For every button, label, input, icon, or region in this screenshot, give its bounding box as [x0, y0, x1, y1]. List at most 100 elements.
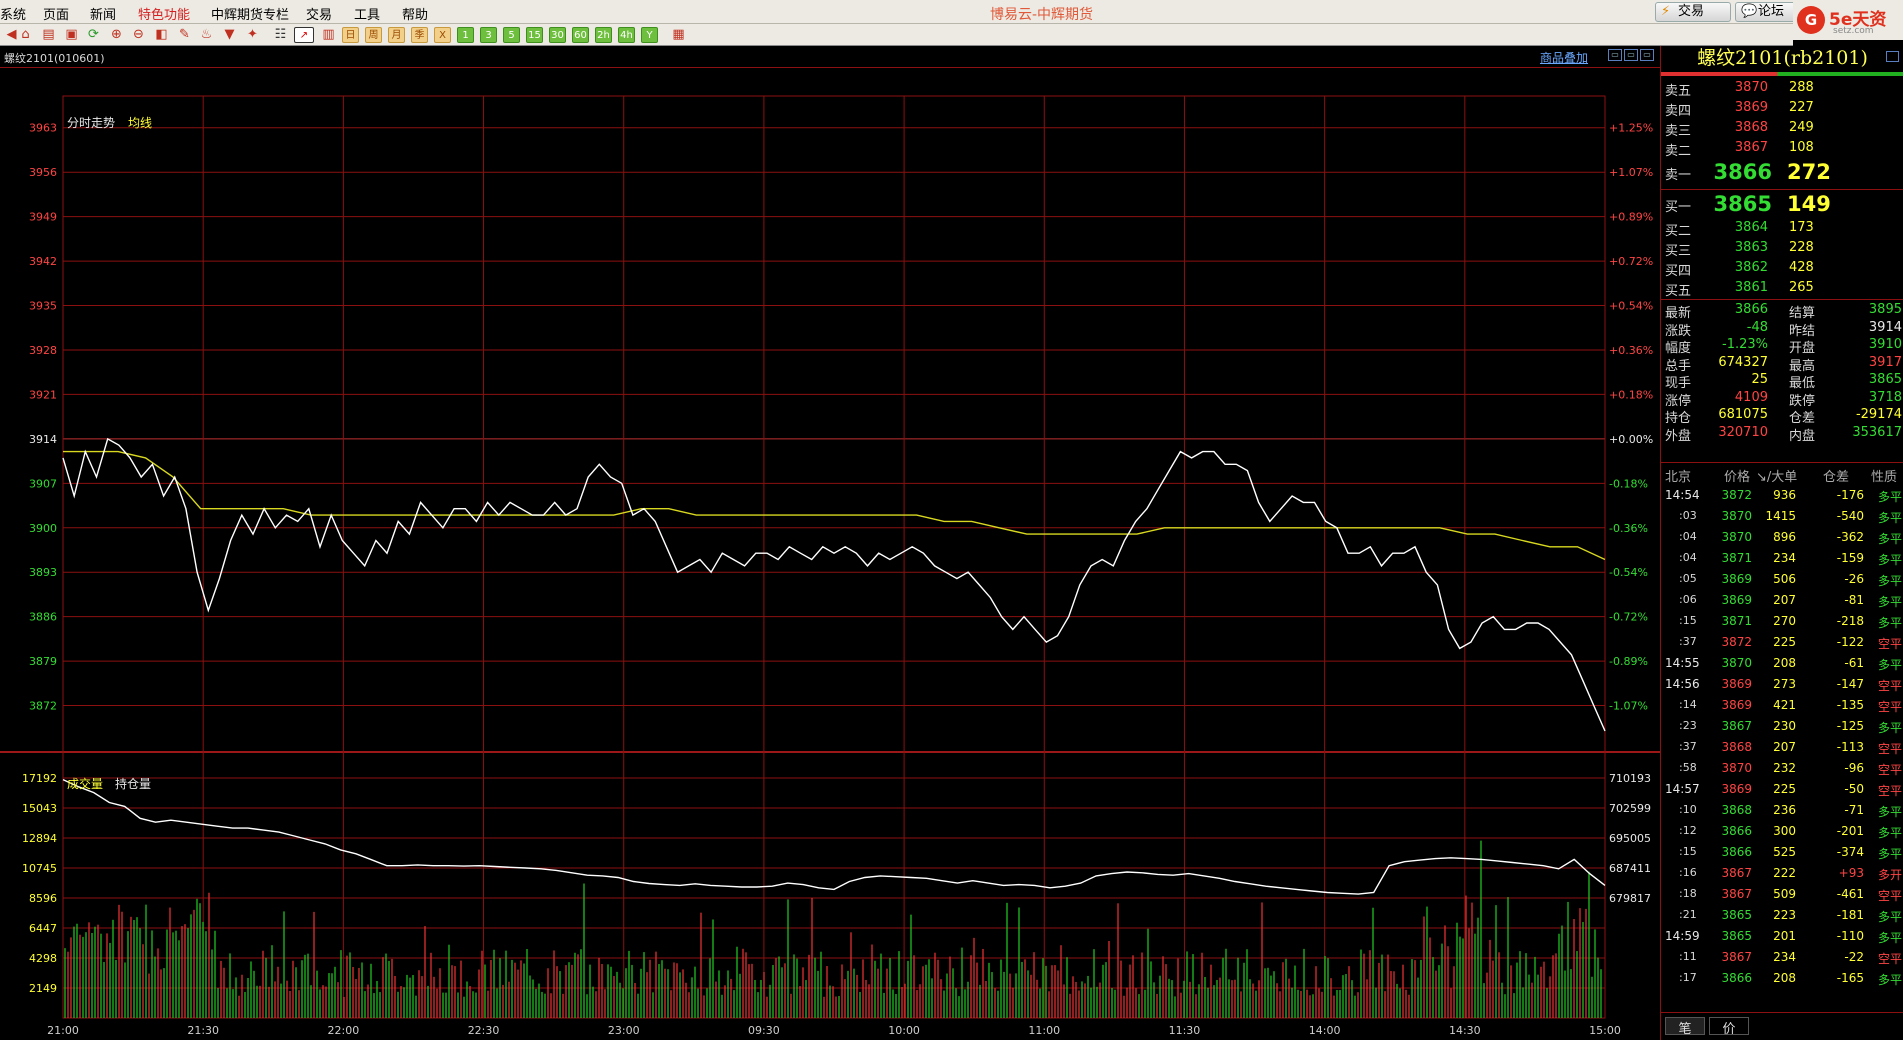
intraday-chart[interactable]: 3963 3956 3949 3942 3935 3928 3921 3914 3907 3900…	[0, 68, 1660, 1040]
tick-row: :05 3869 506 -26 多平	[1661, 572, 1903, 594]
percent-tick-label: +1.07%	[1609, 166, 1653, 179]
tick-price: 3868	[1721, 740, 1752, 754]
tick-price: 3869	[1721, 698, 1752, 712]
tick-volume: 223	[1773, 908, 1796, 922]
tick-oi-change: -26	[1844, 572, 1864, 586]
period-5[interactable]: 5	[503, 27, 520, 43]
period-day[interactable]: 日	[342, 27, 359, 43]
tick-volume: 225	[1773, 635, 1796, 649]
tick-nature: 空平	[1877, 952, 1902, 966]
quote-value: -48	[1746, 319, 1768, 335]
price-axis: 3963 3956 3949 3942 3935 3928 3921 3914 3907 3900…	[22, 122, 57, 995]
menu-zhonghui-column[interactable]: 中辉期货专栏	[211, 4, 289, 23]
tick-nature: 多平	[1877, 511, 1902, 525]
quote-value: -1.23%	[1722, 337, 1768, 352]
tick-volume: 222	[1773, 866, 1796, 880]
period-30[interactable]: 30	[549, 27, 566, 43]
tick-nature: 空平	[1877, 637, 1902, 651]
ask3-label: 卖三	[1665, 124, 1692, 139]
folder-icon[interactable]: ▤	[40, 27, 57, 43]
period-15[interactable]: 15	[526, 27, 543, 43]
tick-volume: 236	[1773, 803, 1796, 817]
home-icon[interactable]: ⌂	[17, 27, 34, 43]
period-week[interactable]: 周	[365, 27, 382, 43]
oi-tick-label: 702599	[1609, 802, 1651, 815]
zoom-in-icon[interactable]: ⊕	[108, 27, 125, 43]
zoom-out-icon[interactable]: ⊖	[130, 27, 147, 43]
period-y[interactable]: Y	[641, 27, 658, 43]
period-2h[interactable]: 2h	[595, 27, 612, 43]
period-4h[interactable]: 4h	[618, 27, 635, 43]
time-tick-label: 21:30	[187, 1024, 219, 1037]
tick-oi-change: -201	[1836, 824, 1864, 838]
menu-system[interactable]: 系统	[0, 4, 26, 23]
menu-trade[interactable]: 交易	[306, 4, 332, 23]
tick-volume: 936	[1773, 488, 1796, 502]
period-quarter[interactable]: 季	[411, 27, 428, 43]
kline-icon[interactable]: ▥	[320, 27, 337, 43]
panel-tabs: 笔 价	[1661, 1012, 1903, 1037]
ask5-label: 卖五	[1665, 84, 1692, 99]
tab-ticks[interactable]: 笔	[1665, 1017, 1705, 1037]
filter-icon[interactable]: ▼	[221, 27, 238, 43]
volume-tick-label: 12894	[22, 832, 57, 845]
ask3-volume: 249	[1789, 120, 1814, 135]
window-icon[interactable]: ◧	[153, 27, 170, 43]
tick-time: :15	[1679, 845, 1697, 858]
refresh-icon[interactable]: ⟳	[85, 27, 102, 43]
table-icon[interactable]: ☷	[272, 27, 289, 43]
quote-row: 幅度 -1.23% 开盘 3910	[1661, 337, 1903, 356]
menu-tools[interactable]: 工具	[354, 4, 380, 23]
tick-row: :12 3866 300 -201 多平	[1661, 824, 1903, 846]
tick-price: 3867	[1721, 719, 1752, 733]
window-max-icon[interactable]: ▭	[1640, 49, 1654, 61]
tick-nature: 多平	[1877, 805, 1902, 819]
tick-oi-change: -71	[1844, 803, 1864, 817]
tick-nature: 多平	[1877, 826, 1902, 840]
window-tile-icon[interactable]: ▭	[1624, 49, 1638, 61]
ask2-price: 3867	[1734, 140, 1768, 155]
tick-row: :06 3869 207 -81 多平	[1661, 593, 1903, 615]
intraday-chart-icon[interactable]: ↗	[294, 27, 314, 43]
tick-row: :37 3868 207 -113 空平	[1661, 740, 1903, 762]
news-icon[interactable]: ▣	[63, 27, 80, 43]
tick-oi-change: -22	[1844, 950, 1864, 964]
indicator-icon[interactable]: ✦	[244, 27, 261, 43]
quote-row: 持仓 681075 仓差 -29174	[1661, 407, 1903, 426]
bid3-volume: 228	[1789, 240, 1814, 255]
quote-value: 3718	[1868, 389, 1902, 405]
calculator-icon[interactable]: ▦	[670, 27, 687, 43]
window-restore-icon[interactable]: ▭	[1608, 49, 1622, 61]
tick-row: :10 3868 236 -71 多平	[1661, 803, 1903, 825]
menu-page[interactable]: 页面	[43, 4, 69, 23]
tick-price: 3870	[1721, 509, 1752, 523]
draw-pen-icon[interactable]: ✎	[176, 27, 193, 43]
overlay-commodity-link[interactable]: 商品叠加	[1540, 49, 1588, 66]
period-60[interactable]: 60	[572, 27, 589, 43]
price-pane-label: 分时走势	[67, 116, 115, 130]
tick-row: :17 3866 208 -165 多平	[1661, 971, 1903, 993]
period-x[interactable]: X	[434, 27, 451, 43]
tick-row: :04 3871 234 -159 多平	[1661, 551, 1903, 573]
percent-tick-label: +0.00%	[1609, 433, 1653, 446]
alert-icon[interactable]: ♨	[198, 27, 215, 43]
period-3[interactable]: 3	[480, 27, 497, 43]
time-tick-label: 15:00	[1589, 1024, 1621, 1037]
menu-help[interactable]: 帮助	[402, 4, 428, 23]
quote-value: 3914	[1868, 319, 1902, 335]
quote-value: 3910	[1868, 337, 1902, 352]
panel-toggle-icon[interactable]	[1886, 51, 1899, 62]
tick-row: :11 3867 234 -22 空平	[1661, 950, 1903, 972]
tick-row: :14 3869 421 -135 空平	[1661, 698, 1903, 720]
trade-button[interactable]: ⚡ 交易	[1655, 2, 1731, 22]
bid3-price: 3863	[1734, 240, 1768, 255]
tab-price-dist[interactable]: 价	[1709, 1017, 1749, 1037]
menu-news[interactable]: 新闻	[90, 4, 116, 23]
volume-pane-label: 成交量	[67, 776, 103, 791]
period-1[interactable]: 1	[457, 27, 474, 43]
period-month[interactable]: 月	[388, 27, 405, 43]
menu-features[interactable]: 特色功能	[138, 4, 190, 23]
bid1-label: 买一	[1665, 200, 1692, 215]
bid4-price: 3862	[1734, 260, 1768, 275]
oi-tick-label: 679817	[1609, 892, 1651, 905]
